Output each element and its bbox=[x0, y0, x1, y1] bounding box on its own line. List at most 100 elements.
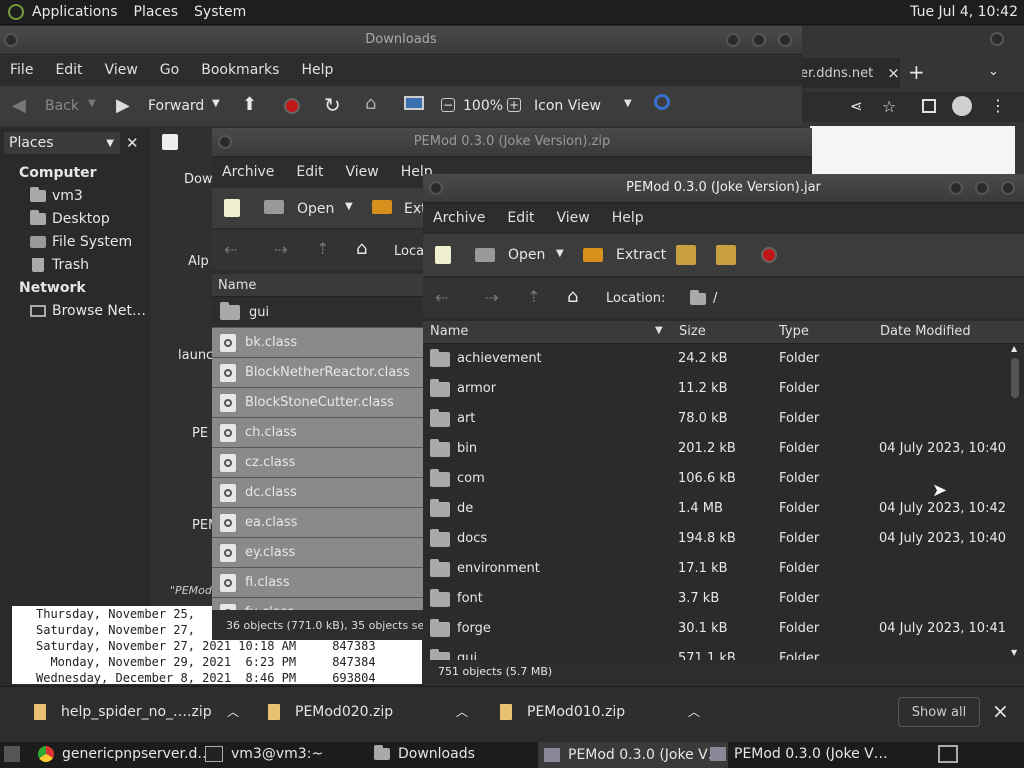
places-menu[interactable]: Places bbox=[134, 4, 179, 20]
jar-file-row[interactable]: armor 11.2 kB Folder bbox=[423, 374, 1008, 404]
scroll-thumb[interactable] bbox=[1011, 358, 1019, 398]
places-selector[interactable]: Places ▼ bbox=[4, 132, 120, 154]
jar-titlebar[interactable]: PEMod 0.3.0 (Joke Version).jar bbox=[423, 174, 1024, 203]
up-arrow-icon[interactable]: ⬆ bbox=[242, 94, 257, 115]
taskbar-item[interactable]: vm3@vm3:~ bbox=[205, 746, 323, 762]
taskbar-item[interactable]: Downloads bbox=[374, 745, 475, 762]
close-button[interactable] bbox=[1001, 181, 1015, 195]
menu-view[interactable]: View bbox=[346, 164, 379, 180]
taskbar-item-active[interactable]: PEMod 0.3.0 (Joke V… bbox=[538, 742, 728, 768]
chevron-up-icon[interactable]: ︿ bbox=[456, 703, 468, 720]
menu-file[interactable]: File bbox=[10, 62, 33, 78]
tab-close-icon[interactable]: × bbox=[887, 64, 900, 82]
reload-icon[interactable]: ↻ bbox=[324, 93, 341, 117]
sidebar-item-desktop[interactable]: Desktop bbox=[30, 210, 110, 227]
sidebar-icon[interactable] bbox=[922, 99, 936, 113]
applications-menu[interactable]: Applications bbox=[32, 4, 118, 20]
sidebar-item-trash[interactable]: Trash bbox=[30, 257, 89, 273]
jar-file-row[interactable]: de 1.4 MB Folder 04 July 2023, 10:42 bbox=[423, 494, 1008, 524]
open-archive-icon[interactable] bbox=[264, 200, 284, 214]
menu-edit[interactable]: Edit bbox=[55, 62, 82, 78]
menu-edit[interactable]: Edit bbox=[296, 164, 323, 180]
back-arrow-icon[interactable]: ⇠ bbox=[435, 288, 448, 307]
zoom-in-icon[interactable]: + bbox=[507, 98, 521, 112]
profile-avatar[interactable] bbox=[952, 96, 972, 116]
file-item-label[interactable]: launc bbox=[178, 348, 213, 363]
downloads-titlebar[interactable]: Downloads bbox=[0, 26, 802, 55]
sidebar-item-vm3[interactable]: vm3 bbox=[30, 187, 83, 204]
column-date[interactable]: Date Modified bbox=[880, 324, 971, 339]
zoom-out-icon[interactable]: − bbox=[441, 98, 455, 112]
menu-view[interactable]: View bbox=[557, 210, 590, 226]
forward-arrow-icon[interactable]: ⇢ bbox=[274, 240, 287, 259]
stop-icon[interactable] bbox=[761, 247, 777, 263]
column-name[interactable]: Name bbox=[430, 324, 468, 339]
jar-file-row[interactable]: bin 201.2 kB Folder 04 July 2023, 10:40 bbox=[423, 434, 1008, 464]
column-size[interactable]: Size bbox=[679, 324, 706, 339]
forward-dropdown-icon[interactable]: ▼ bbox=[212, 98, 220, 109]
browser-tab[interactable]: er.ddns.net × bbox=[800, 58, 900, 88]
maximize-button[interactable] bbox=[752, 33, 766, 47]
forward-arrow-icon[interactable]: ▶ bbox=[116, 95, 130, 116]
jar-file-row[interactable]: achievement 24.2 kB Folder bbox=[423, 344, 1008, 374]
back-button[interactable]: Back bbox=[45, 98, 79, 114]
menu-bookmarks[interactable]: Bookmarks bbox=[201, 62, 279, 78]
chevron-up-icon[interactable]: ︿ bbox=[688, 703, 700, 720]
close-window-button[interactable] bbox=[990, 32, 1004, 46]
menu-edit[interactable]: Edit bbox=[507, 210, 534, 226]
extract-button[interactable]: Extract bbox=[616, 247, 666, 263]
open-dropdown-icon[interactable]: ▼ bbox=[556, 248, 564, 259]
close-shelf-icon[interactable]: × bbox=[992, 699, 1009, 723]
menu-go[interactable]: Go bbox=[160, 62, 179, 78]
home-icon[interactable]: ⌂ bbox=[356, 238, 367, 259]
close-sidebar-icon[interactable]: ✕ bbox=[126, 134, 139, 152]
new-archive-icon[interactable] bbox=[435, 246, 451, 264]
add-folder-icon[interactable] bbox=[716, 245, 736, 265]
clock[interactable]: Tue Jul 4, 10:42 bbox=[910, 4, 1018, 20]
file-item-label[interactable]: PE bbox=[192, 426, 208, 441]
computer-icon[interactable] bbox=[404, 96, 424, 110]
zoom-level[interactable]: 100% bbox=[463, 98, 503, 114]
forward-button[interactable]: Forward bbox=[148, 98, 204, 114]
jar-file-list[interactable]: achievement 24.2 kB Folder armor 11.2 kB Fold… bbox=[423, 344, 1008, 660]
sidebar-item-browse-network[interactable]: Browse Net… bbox=[30, 303, 146, 319]
vertical-scrollbar[interactable]: ▲ ▼ bbox=[1008, 344, 1022, 660]
open-button[interactable]: Open bbox=[297, 201, 334, 217]
file-item-label[interactable]: Dow bbox=[184, 172, 213, 187]
column-name[interactable]: Name bbox=[218, 278, 256, 293]
download-item[interactable]: help_spider_no_….zip ︿ bbox=[34, 703, 239, 720]
bookmark-star-icon[interactable]: ☆ bbox=[882, 97, 896, 116]
tab-list-icon[interactable]: ⌄ bbox=[988, 64, 999, 79]
up-arrow-icon[interactable]: ⇡ bbox=[316, 239, 329, 258]
new-archive-icon[interactable] bbox=[224, 199, 240, 217]
open-button[interactable]: Open bbox=[508, 247, 545, 263]
jar-file-row[interactable]: com 106.6 kB Folder bbox=[423, 464, 1008, 494]
menu-help[interactable]: Help bbox=[301, 62, 333, 78]
minimize-button[interactable] bbox=[949, 181, 963, 195]
file-item-label[interactable]: Alp bbox=[188, 254, 209, 269]
menu-archive[interactable]: Archive bbox=[222, 164, 274, 180]
system-menu[interactable]: System bbox=[194, 4, 246, 20]
search-icon[interactable] bbox=[654, 94, 670, 110]
minimize-button[interactable] bbox=[726, 33, 740, 47]
extract-icon[interactable] bbox=[583, 248, 603, 262]
menu-view[interactable]: View bbox=[105, 62, 138, 78]
back-dropdown-icon[interactable]: ▼ bbox=[88, 98, 96, 109]
add-files-icon[interactable] bbox=[676, 245, 696, 265]
scroll-down-icon[interactable]: ▼ bbox=[1011, 648, 1017, 657]
sidebar-item-file-system[interactable]: File System bbox=[30, 234, 132, 250]
taskbar-item[interactable]: genericpnpserver.d… bbox=[38, 746, 211, 762]
menu-archive[interactable]: Archive bbox=[433, 210, 485, 226]
maximize-button[interactable] bbox=[975, 181, 989, 195]
browser-menu-icon[interactable]: ⋮ bbox=[990, 96, 1006, 115]
sort-descending-icon[interactable]: ▼ bbox=[655, 325, 663, 336]
show-desktop-button[interactable] bbox=[4, 746, 20, 762]
scroll-up-icon[interactable]: ▲ bbox=[1011, 344, 1017, 353]
up-arrow-icon[interactable]: ⇡ bbox=[527, 287, 540, 306]
jar-file-row[interactable]: art 78.0 kB Folder bbox=[423, 404, 1008, 434]
new-tab-button[interactable]: + bbox=[908, 60, 925, 84]
show-all-button[interactable]: Show all bbox=[898, 697, 980, 727]
location-path[interactable]: / bbox=[713, 291, 717, 306]
jar-file-row[interactable]: gui 571.1 kB Folder bbox=[423, 644, 1008, 660]
back-arrow-icon[interactable]: ⇠ bbox=[224, 240, 237, 259]
